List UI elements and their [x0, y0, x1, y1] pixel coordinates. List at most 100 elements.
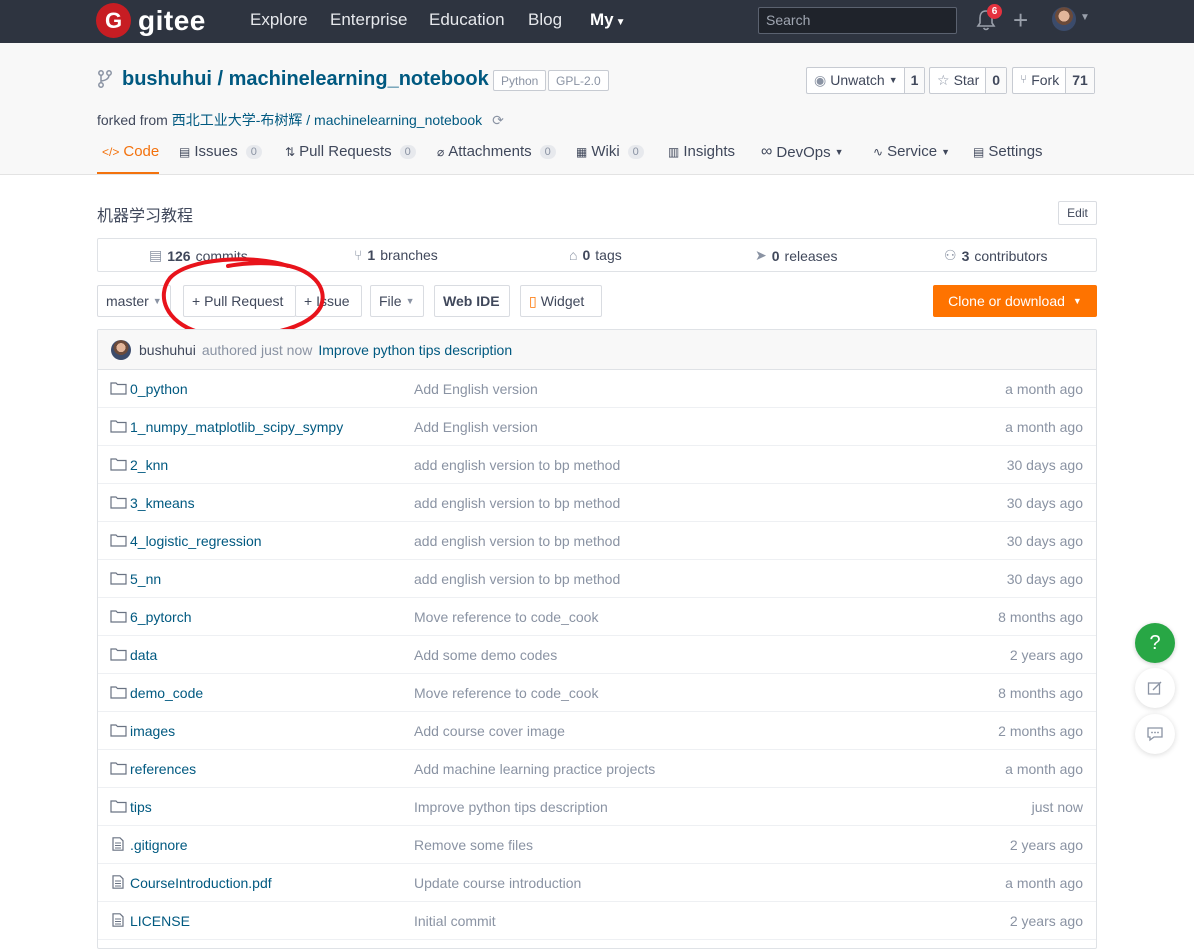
fork-button[interactable]: ⑂ Fork 71 [1012, 67, 1095, 94]
file-name-link[interactable]: data [130, 647, 157, 663]
file-commit-message-link[interactable]: add english version to bp method [414, 495, 620, 511]
file-row[interactable]: CourseIntroduction.pdf Update course intr… [98, 864, 1096, 902]
tab-devops[interactable]: ∞ DevOps ▼ [761, 143, 844, 161]
sync-icon[interactable]: ⟳ [492, 112, 504, 128]
file-name-link[interactable]: CourseIntroduction.pdf [130, 875, 272, 891]
author-avatar[interactable] [111, 339, 131, 360]
file-row[interactable]: references Add machine learning practice … [98, 750, 1096, 788]
tab-issues[interactable]: ▤ Issues 0 [179, 143, 262, 160]
file-row[interactable]: tips Improve python tips description just … [98, 788, 1096, 826]
tab-settings[interactable]: ▤ Settings [973, 143, 1043, 160]
watch-count[interactable]: 1 [903, 68, 925, 93]
forked-from-owner-link[interactable]: 西北工业大学-布树辉 [172, 112, 303, 128]
tab-wiki[interactable]: ▦ Wiki 0 [576, 143, 644, 160]
file-commit-message-link[interactable]: Update course introduction [414, 875, 581, 891]
stat-commits[interactable]: ▤ 126 commits [149, 247, 248, 264]
user-avatar[interactable] [1052, 7, 1076, 31]
file-row[interactable]: 3_kmeans add english version to bp method… [98, 484, 1096, 522]
file-menu-button[interactable]: File ▼ [370, 285, 424, 317]
web-ide-button[interactable]: Web IDE [434, 285, 510, 317]
file-name-link[interactable]: references [130, 761, 196, 777]
commit-message-link[interactable]: Improve python tips description [318, 342, 512, 358]
unwatch-button[interactable]: ◉ Unwatch ▼ 1 [806, 67, 926, 94]
nav-enterprise[interactable]: Enterprise [330, 10, 407, 30]
star-count[interactable]: 0 [985, 68, 1007, 93]
file-commit-message-link[interactable]: Initial commit [414, 913, 496, 929]
gitee-logo[interactable]: G gitee [96, 3, 206, 38]
file-commit-message-link[interactable]: add english version to bp method [414, 457, 620, 473]
file-commit-message-link[interactable]: Move reference to code_cook [414, 685, 598, 701]
file-commit-message-link[interactable]: Improve python tips description [414, 799, 608, 815]
file-row[interactable]: 5_nn add english version to bp method 30 d… [98, 560, 1096, 598]
file-commit-message-link[interactable]: Move reference to code_cook [414, 609, 598, 625]
tab-insights[interactable]: ▥ Insights [668, 143, 735, 160]
chat-button[interactable] [1135, 714, 1175, 754]
star-button[interactable]: ☆ Star 0 [929, 67, 1008, 94]
file-name-link[interactable]: 0_python [130, 381, 188, 397]
file-commit-message-link[interactable]: Add English version [414, 419, 538, 435]
stat-branches[interactable]: ⑂ 1 branches [354, 247, 438, 263]
file-name-link[interactable]: .gitignore [130, 837, 188, 853]
forked-from-repo-link[interactable]: machinelearning_notebook [314, 112, 482, 128]
file-row[interactable]: 1_numpy_matplotlib_scipy_sympy Add Englis… [98, 408, 1096, 446]
feedback-edit-button[interactable] [1135, 668, 1175, 708]
file-commit-message-link[interactable]: Add some demo codes [414, 647, 557, 663]
tab-code[interactable]: </> Code [102, 143, 159, 160]
widget-label: Widget [540, 293, 585, 309]
file-name-link[interactable]: 2_knn [130, 457, 168, 473]
settings-icon: ▤ [973, 144, 985, 159]
language-tag[interactable]: Python [493, 70, 547, 91]
file-row[interactable]: 4_logistic_regression add english version… [98, 522, 1096, 560]
file-name-link[interactable]: tips [130, 799, 152, 815]
nav-blog[interactable]: Blog [528, 10, 562, 30]
widget-button[interactable]: ▯ Widget [520, 285, 602, 317]
help-button[interactable]: ? [1135, 623, 1175, 663]
file-name-link[interactable]: 3_kmeans [130, 495, 195, 511]
license-tag[interactable]: GPL-2.0 [548, 70, 609, 91]
stat-tags[interactable]: ⌂ 0 tags [569, 247, 622, 263]
file-commit-message-link[interactable]: Add English version [414, 381, 538, 397]
stat-releases[interactable]: ➤ 0 releases [755, 247, 837, 264]
nav-education[interactable]: Education [429, 10, 505, 30]
file-row[interactable]: .gitignore Remove some files 2 years ago [98, 826, 1096, 864]
folder-icon [110, 382, 127, 395]
file-name-link[interactable]: demo_code [130, 685, 203, 701]
file-row[interactable]: 0_python Add English version a month ago [98, 370, 1096, 408]
file-commit-message-link[interactable]: Remove some files [414, 837, 533, 853]
tab-pull-requests[interactable]: ⇅ Pull Requests 0 [285, 143, 416, 160]
file-name-link[interactable]: LICENSE [130, 913, 190, 929]
new-issue-button[interactable]: + Issue [295, 285, 362, 317]
new-pull-request-button[interactable]: + Pull Request [183, 285, 296, 317]
file-row[interactable]: LICENSE Initial commit 2 years ago [98, 902, 1096, 940]
search-input[interactable]: Search [758, 7, 957, 34]
bar-chart-icon: ▥ [668, 144, 680, 159]
file-commit-message-link[interactable]: add english version to bp method [414, 571, 620, 587]
file-name-link[interactable]: 4_logistic_regression [130, 533, 262, 549]
file-name-link[interactable]: 6_pytorch [130, 609, 191, 625]
create-plus-icon[interactable]: + [1013, 5, 1028, 35]
tab-attachments[interactable]: ⌀ Attachments 0 [437, 143, 556, 160]
file-row[interactable]: data Add some demo codes 2 years ago [98, 636, 1096, 674]
nav-explore[interactable]: Explore [250, 10, 308, 30]
fork-count[interactable]: 71 [1065, 68, 1094, 93]
file-row[interactable]: 6_pytorch Move reference to code_cook 8 mo… [98, 598, 1096, 636]
file-name-link[interactable]: 5_nn [130, 571, 161, 587]
file-row[interactable]: 2_knn add english version to bp method 30 … [98, 446, 1096, 484]
tags-count: 0 [582, 247, 591, 263]
edit-description-button[interactable]: Edit [1058, 201, 1097, 225]
commit-author-link[interactable]: bushuhui [139, 342, 196, 358]
tab-service[interactable]: ∿ Service ▼ [873, 143, 950, 160]
file-name-link[interactable]: images [130, 723, 175, 739]
clone-download-button[interactable]: Clone or download ▼ [933, 285, 1097, 317]
file-commit-message-link[interactable]: add english version to bp method [414, 533, 620, 549]
file-row[interactable]: images Add course cover image 2 months ago [98, 712, 1096, 750]
chevron-down-icon[interactable]: ▼ [1080, 12, 1090, 23]
repo-title[interactable]: bushuhui / machinelearning_notebook [122, 68, 489, 91]
stat-contributors[interactable]: ⚇ 3 contributors [944, 247, 1048, 264]
nav-my-menu[interactable]: My ▼ [590, 10, 626, 30]
branch-select[interactable]: master ▼ [97, 285, 171, 317]
file-row[interactable]: demo_code Move reference to code_cook 8 mo… [98, 674, 1096, 712]
file-commit-message-link[interactable]: Add machine learning practice projects [414, 761, 655, 777]
file-name-link[interactable]: 1_numpy_matplotlib_scipy_sympy [130, 419, 343, 435]
file-commit-message-link[interactable]: Add course cover image [414, 723, 565, 739]
